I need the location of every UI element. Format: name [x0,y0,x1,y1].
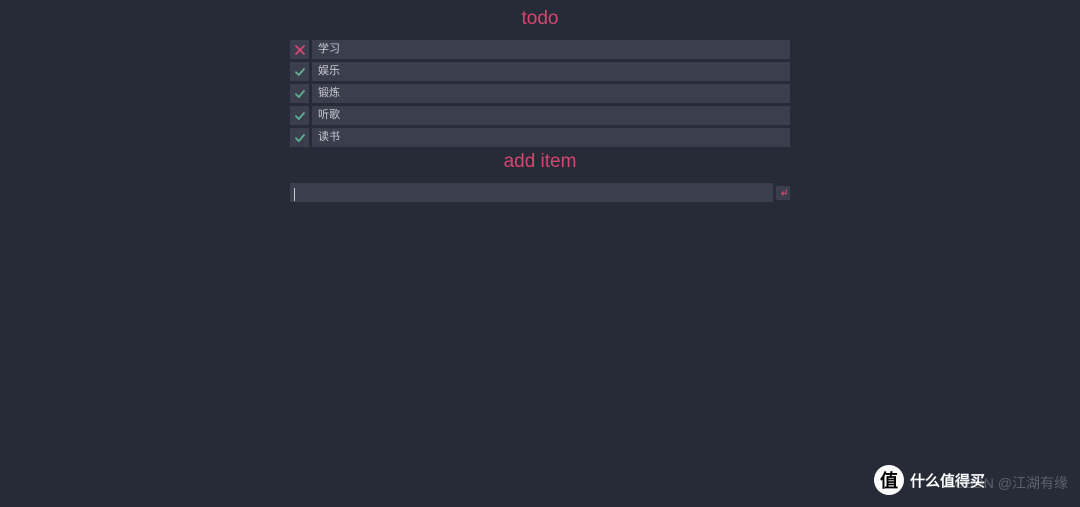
status-toggle[interactable] [290,128,309,147]
todo-list: 学习 娱乐 锻炼 听歌 读书 [290,40,790,147]
add-item-row [290,183,790,202]
list-item: 读书 [290,128,790,147]
item-label[interactable]: 娱乐 [312,62,790,81]
item-label[interactable]: 听歌 [312,106,790,125]
enter-icon [779,188,788,197]
watermark-csdn: CSDN @江湖有缘 [954,473,1068,493]
submit-button[interactable] [776,186,790,200]
status-toggle[interactable] [290,40,309,59]
list-item: 听歌 [290,106,790,125]
new-item-input[interactable] [290,183,773,202]
check-icon [294,132,306,144]
list-item: 娱乐 [290,62,790,81]
item-label[interactable]: 读书 [312,128,790,147]
app-container: todo 学习 娱乐 锻炼 听歌 [290,0,790,202]
status-toggle[interactable] [290,62,309,81]
check-icon [294,66,306,78]
add-heading: add item [290,151,790,173]
status-toggle[interactable] [290,106,309,125]
list-item: 学习 [290,40,790,59]
todo-heading: todo [290,8,790,30]
x-icon [294,44,306,56]
zhi-badge-icon: 值 [874,465,904,495]
check-icon [294,110,306,122]
list-item: 锻炼 [290,84,790,103]
item-label[interactable]: 锻炼 [312,84,790,103]
status-toggle[interactable] [290,84,309,103]
check-icon [294,88,306,100]
text-caret [294,188,295,201]
item-label[interactable]: 学习 [312,40,790,59]
